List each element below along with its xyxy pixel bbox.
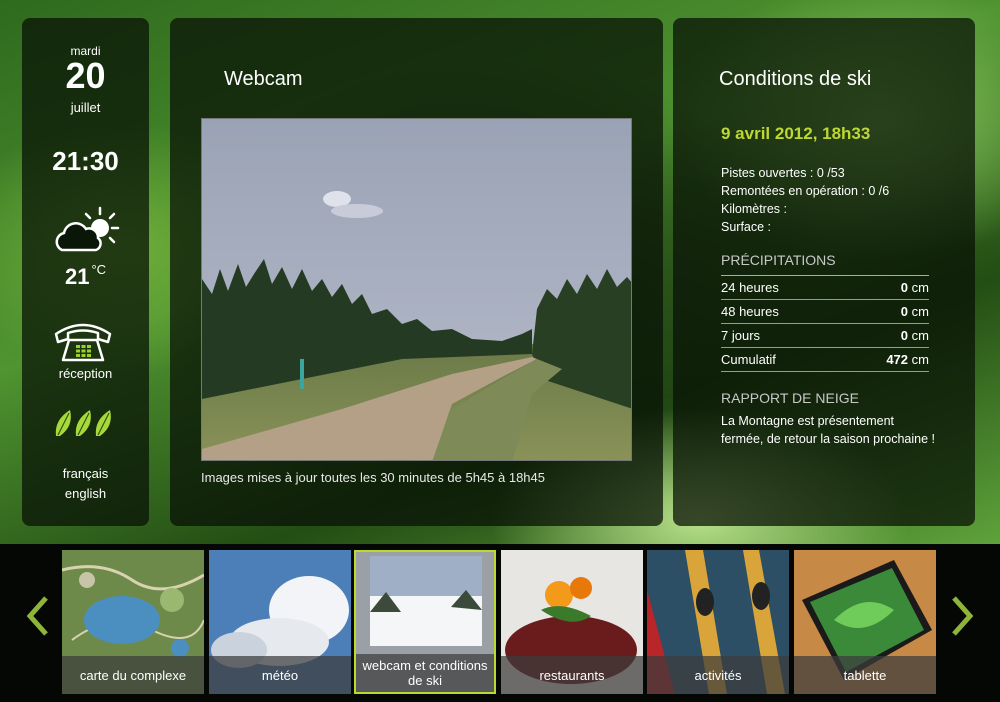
nav-item-tablet[interactable]: tablette — [794, 550, 936, 694]
bottom-navigation: carte du complexe météo webcam et condit… — [0, 544, 1000, 702]
stat-open-trails: Pistes ouvertes : 0 /53 — [721, 166, 845, 180]
table-row: 24 heures 0 cm — [721, 276, 929, 300]
nav-item-label: carte du complexe — [62, 656, 204, 694]
language-english-link[interactable]: english — [22, 486, 149, 501]
reception-link[interactable]: réception — [22, 366, 149, 381]
webcam-title: Webcam — [224, 68, 303, 90]
snow-report-heading: RAPPORT DE NEIGE — [721, 390, 859, 406]
chevron-right-icon[interactable] — [950, 596, 974, 636]
stat-surface: Surface : — [721, 220, 772, 234]
stat-kilometers: Kilomètres : — [721, 202, 787, 216]
table-row: 48 heures 0 cm — [721, 300, 929, 324]
table-row: Cumulatif 472 cm — [721, 348, 929, 372]
webcam-panel: Webcam Images mises à jour toutes les 30… — [170, 18, 663, 526]
stat-lifts: Remontées en opération : 0 /6 — [721, 184, 890, 198]
nav-item-map[interactable]: carte du complexe — [62, 550, 204, 694]
sidebar: mardi 20 juillet 21:30 21 °C réception f… — [22, 18, 149, 526]
row-label: Cumulatif — [721, 352, 776, 367]
clock-time: 21:30 — [52, 146, 119, 176]
ski-report-date: 9 avril 2012, 18h33 — [721, 124, 871, 143]
snow-report-text: La Montagne est présentement fermée, de … — [721, 414, 936, 446]
row-value: 0 cm — [900, 328, 929, 343]
nav-item-label: webcam et conditions de ski — [356, 654, 494, 692]
chevron-left-icon[interactable] — [26, 596, 50, 636]
language-french-link[interactable]: français — [22, 466, 149, 481]
row-value: 0 cm — [900, 280, 929, 295]
precipitation-heading: PRÉCIPITATIONS — [721, 252, 836, 268]
precipitation-table: 24 heures 0 cm 48 heures 0 cm 7 jours 0 … — [721, 275, 929, 372]
webcam-caption: Images mises à jour toutes les 30 minute… — [201, 470, 545, 485]
leaves-icon — [55, 410, 111, 436]
temperature-value: 21 — [64, 264, 90, 289]
ski-title: Conditions de ski — [719, 68, 872, 90]
nav-item-label: météo — [209, 656, 351, 694]
ski-conditions-panel: Conditions de ski 9 avril 2012, 18h33 Pi… — [673, 18, 975, 526]
row-value: 0 cm — [900, 304, 929, 319]
ski-stats: Pistes ouvertes : 0 /53 Remontées en opé… — [721, 164, 889, 236]
nav-item-weather[interactable]: météo — [209, 550, 351, 694]
row-label: 48 heures — [721, 304, 779, 319]
telephone-icon[interactable] — [52, 320, 114, 364]
temperature-unit: °C — [91, 262, 107, 277]
row-value: 472 cm — [886, 352, 929, 367]
month: juillet — [70, 100, 101, 115]
nav-item-label: tablette — [794, 656, 936, 694]
nav-item-activities[interactable]: activités — [647, 550, 789, 694]
day-number: 20 — [65, 55, 106, 96]
temperature: 21 °C — [22, 262, 149, 290]
webcam-image — [201, 118, 632, 461]
nav-item-restaurants[interactable]: restaurants — [501, 550, 643, 694]
row-label: 24 heures — [721, 280, 779, 295]
nav-item-webcam[interactable]: webcam et conditions de ski — [354, 550, 496, 694]
weather-partly-cloudy-icon[interactable] — [52, 206, 120, 254]
nav-item-label: restaurants — [501, 656, 643, 694]
table-row: 7 jours 0 cm — [721, 324, 929, 348]
row-label: 7 jours — [721, 328, 761, 343]
nav-item-label: activités — [647, 656, 789, 694]
